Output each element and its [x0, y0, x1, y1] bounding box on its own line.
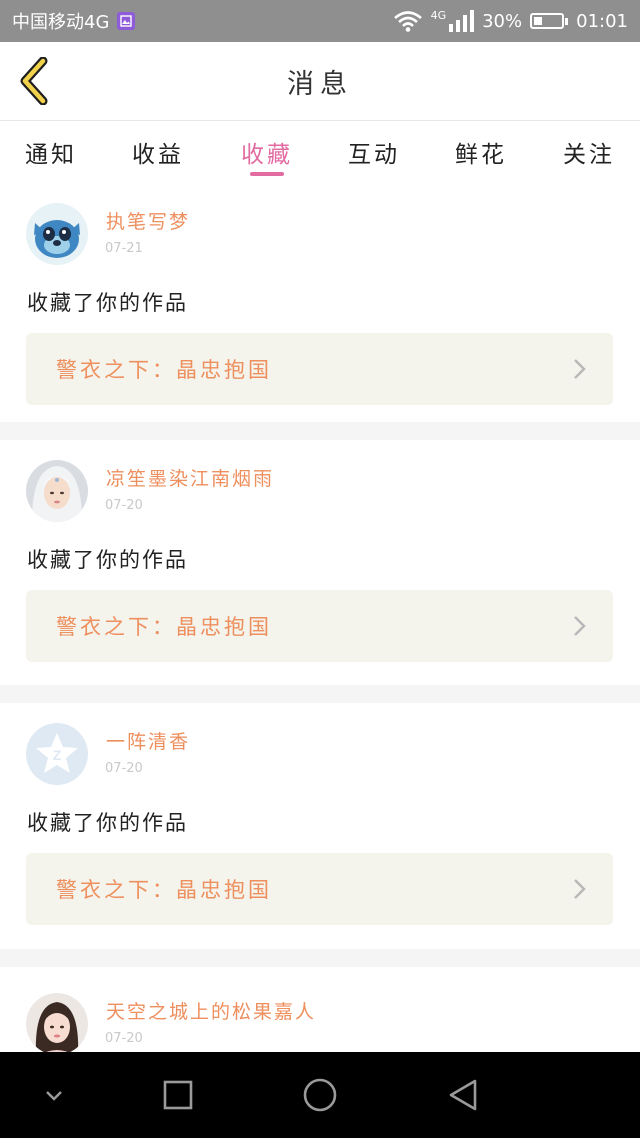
status-bar: 中国移动4G 4G 30% 01:01: [0, 0, 640, 42]
card-divider: [0, 422, 640, 440]
work-title: 警衣之下：晶忠抱国: [56, 358, 272, 382]
work-link[interactable]: 警衣之下：晶忠抱国: [26, 333, 613, 405]
avatar[interactable]: [26, 203, 88, 265]
chevron-left-icon: [20, 57, 48, 105]
svg-text:Z: Z: [53, 747, 62, 763]
recent-apps-button[interactable]: [160, 1077, 196, 1113]
carrier-label: 中国移动4G: [12, 12, 110, 33]
signal-icon: [448, 10, 475, 32]
chevron-down-icon: [46, 1091, 62, 1101]
message-card: 凉笙墨染江南烟雨 07-20 收藏了你的作品 警衣之下：晶忠抱国: [0, 440, 640, 679]
wifi-icon: [393, 10, 423, 32]
chevron-right-icon: [573, 878, 587, 900]
message-card: 执笔写梦 07-21 收藏了你的作品 警衣之下：晶忠抱国: [0, 183, 640, 422]
timestamp: 07-20: [105, 1031, 143, 1046]
action-text: 收藏了你的作品: [27, 548, 188, 572]
username[interactable]: 一阵清香: [106, 727, 190, 754]
battery-icon: [530, 13, 569, 29]
username[interactable]: 天空之城上的松果嘉人: [106, 997, 316, 1024]
card-divider: [0, 685, 640, 703]
work-title: 警衣之下：晶忠抱国: [56, 878, 272, 902]
work-link[interactable]: 警衣之下：晶忠抱国: [26, 590, 613, 662]
square-icon: [163, 1080, 193, 1110]
active-tab-indicator: [250, 172, 284, 176]
action-text: 收藏了你的作品: [27, 811, 188, 835]
system-nav-bar: [0, 1052, 640, 1138]
message-card: Z 一阵清香 07-20 收藏了你的作品 警衣之下：晶忠抱国: [0, 703, 640, 942]
username[interactable]: 凉笙墨染江南烟雨: [106, 464, 274, 491]
avatar[interactable]: [26, 993, 88, 1055]
home-button[interactable]: [300, 1075, 340, 1115]
chevron-right-icon: [573, 615, 587, 637]
avatar[interactable]: Z: [26, 723, 88, 785]
work-title: 警衣之下：晶忠抱国: [56, 615, 272, 639]
card-divider: [0, 949, 640, 967]
action-text: 收藏了你的作品: [27, 291, 188, 315]
page-title: 消息: [287, 68, 353, 100]
triangle-back-icon: [449, 1079, 477, 1111]
timestamp: 07-20: [105, 761, 143, 776]
chevron-right-icon: [573, 358, 587, 380]
work-link[interactable]: 警衣之下：晶忠抱国: [26, 853, 613, 925]
status-bar-right: 4G 30% 01:01: [393, 8, 628, 32]
network-type-label: 4G: [430, 8, 447, 22]
app-header: 消息: [0, 42, 640, 121]
tab-earnings[interactable]: 收益: [113, 121, 203, 183]
tab-flowers[interactable]: 鲜花: [436, 121, 526, 183]
tab-bar: 通知 收益 收藏 互动 鲜花 关注: [0, 121, 640, 183]
hide-nav-button[interactable]: [40, 1082, 68, 1110]
message-card: 天空之城上的松果嘉人 07-20: [0, 967, 640, 1055]
battery-percent: 30%: [482, 10, 523, 32]
timestamp: 07-21: [105, 241, 143, 256]
gallery-notification-icon: [117, 12, 136, 30]
back-nav-button[interactable]: [444, 1076, 482, 1114]
back-button[interactable]: [14, 56, 54, 106]
avatar[interactable]: [26, 460, 88, 522]
status-bar-left: 中国移动4G: [12, 8, 136, 34]
circle-icon: [303, 1078, 337, 1112]
username[interactable]: 执笔写梦: [106, 207, 190, 234]
clock: 01:01: [576, 10, 628, 32]
tab-follows[interactable]: 关注: [544, 121, 634, 183]
tab-notifications[interactable]: 通知: [6, 121, 96, 183]
tab-interactions[interactable]: 互动: [329, 121, 419, 183]
timestamp: 07-20: [105, 498, 143, 513]
